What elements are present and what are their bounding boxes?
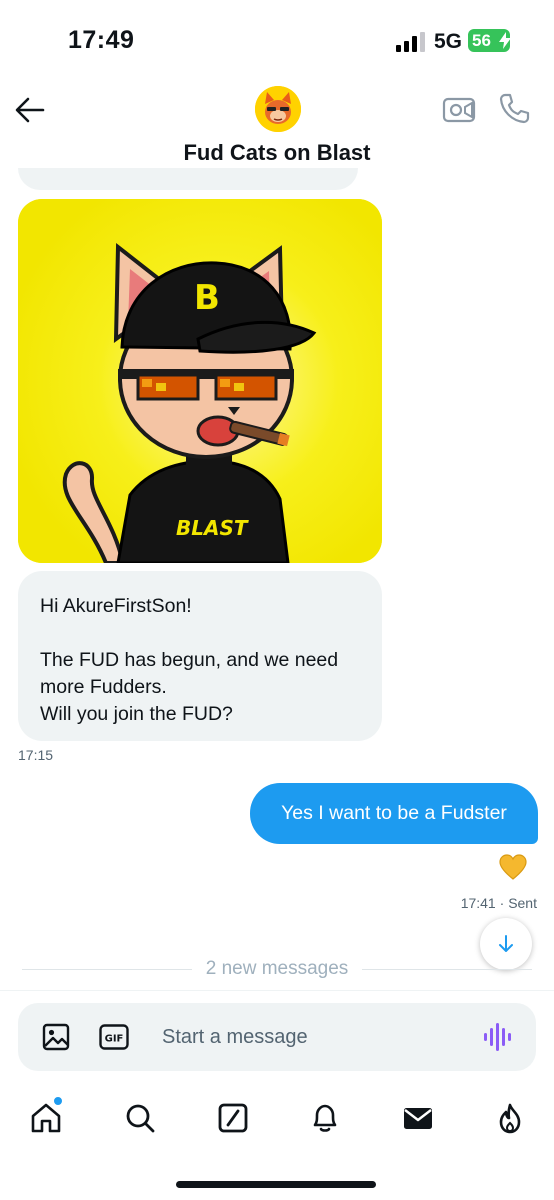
sent-message-time: 17:41 [460,895,496,911]
battery-level: 56 [472,30,491,50]
battery-indicator: 56 [468,29,511,52]
nav-messages[interactable] [398,1098,438,1138]
fire-icon [499,1103,521,1134]
status-time: 17:49 [68,26,135,54]
nav-grok[interactable] [213,1098,253,1138]
home-icon [31,1103,61,1133]
search-icon [126,1104,155,1133]
conversation-title[interactable]: Fud Cats on Blast [0,140,554,166]
message-composer: GIF [18,1003,536,1071]
home-notification-dot [53,1096,63,1106]
voice-message-icon[interactable] [483,1023,513,1051]
received-message-text: Hi AkureFirstSon! The FUD has begun, and… [40,595,339,725]
grok-icon [218,1103,248,1133]
sent-status: Sent [508,895,537,911]
nav-fire[interactable] [490,1098,530,1138]
received-message-time: 17:15 [18,747,54,763]
shirt-text: BLAST [176,516,249,540]
meta-separator: · [495,895,509,911]
sent-message-bubble[interactable]: Yes I want to be a Fudster [250,783,538,844]
arrow-down-icon [499,935,513,952]
network-type: 5G [434,30,463,53]
notifications-icon [313,1104,337,1132]
video-camera-icon[interactable] [442,94,476,124]
sent-message-meta: 17:41 · Sent [461,895,537,911]
status-bar: 17:49 5G 56 [0,0,554,84]
gif-icon[interactable]: GIF [99,1024,129,1050]
arrow-left-icon [15,97,45,123]
previous-message-bubble [18,168,358,190]
avatar[interactable] [255,86,301,132]
message-input[interactable] [162,1017,462,1057]
cap-logo-icon: B [194,278,220,318]
divider-line [362,968,533,970]
new-messages-label: 2 new messages [205,958,349,979]
nav-notifications[interactable] [305,1098,345,1138]
image-message[interactable]: BLAST B [18,199,382,563]
new-messages-divider[interactable]: 2 new messages [22,956,533,982]
divider-line [22,968,192,970]
charging-bolt-icon [499,32,511,49]
yellow-heart-icon[interactable] [499,854,527,882]
back-button[interactable] [12,92,48,128]
cellular-signal-icon [396,32,425,52]
gif-label: GIF [105,1034,124,1045]
messages-icon [404,1108,432,1129]
nav-search[interactable] [120,1098,160,1138]
composer-bar: GIF [0,990,554,1080]
image-icon[interactable] [42,1023,70,1051]
received-message-bubble[interactable]: Hi AkureFirstSon! The FUD has begun, and… [18,571,382,741]
phone-icon[interactable] [498,92,530,124]
conversation-header: Fud Cats on Blast [0,80,554,180]
home-indicator [176,1181,376,1188]
fud-cat-nft-image: BLAST B [18,199,382,563]
cat-avatar-icon [255,86,301,132]
sent-message-text: Yes I want to be a Fudster [281,802,507,824]
